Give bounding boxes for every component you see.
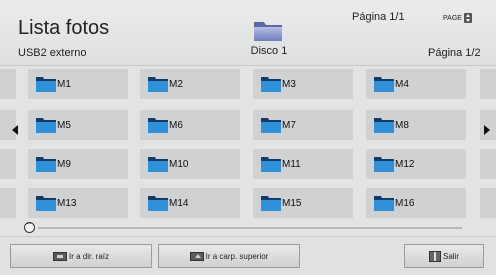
folder-icon	[36, 118, 56, 133]
folder-icon	[374, 196, 394, 211]
edge-tile	[0, 149, 16, 179]
disc-label: Disco 1	[250, 45, 288, 57]
go-root-label: Ir a dir. raíz	[68, 251, 109, 261]
go-parent-label: Ir a carp. superior	[205, 251, 269, 261]
folder-name: M5	[57, 119, 71, 131]
folder-name: M6	[169, 119, 183, 131]
parent-key-icon	[189, 251, 204, 261]
folder-icon	[36, 77, 56, 92]
folder-name: M2	[169, 78, 183, 90]
go-parent-button[interactable]: Ir a carp. superior	[158, 244, 300, 268]
page-key-hint: PAGE	[443, 13, 472, 23]
folder-icon	[261, 118, 281, 133]
edge-tile	[0, 188, 16, 218]
folder-icon	[148, 157, 168, 172]
folder-icon	[374, 77, 394, 92]
folder-icon	[261, 157, 281, 172]
source-label: USB2 externo	[18, 47, 87, 59]
folder-name: M16	[395, 197, 415, 209]
page-indicator: Página 1/1	[352, 11, 405, 23]
edge-tile	[480, 149, 496, 179]
bottom-bar: Ir a dir. raíz Ir a carp. superior Salir	[0, 236, 496, 275]
folder-name: M9	[57, 158, 71, 170]
folder-name: M14	[169, 197, 189, 209]
page-key-label: PAGE	[443, 14, 462, 22]
exit-button[interactable]: Salir	[404, 244, 484, 268]
arrow-left-icon[interactable]	[12, 125, 18, 135]
folder-item[interactable]: M1	[28, 69, 128, 99]
root-key-icon	[52, 251, 67, 261]
folder-item[interactable]: M12	[366, 149, 466, 179]
edge-tile	[0, 69, 16, 99]
edge-tile	[480, 188, 496, 218]
folder-grid: M1 M2 M3 M4 M5 M6 M7 M8 M9 M10 M11 M12 M13 M14 M15 M16	[0, 67, 496, 223]
folder-item[interactable]: M11	[253, 149, 353, 179]
folder-name: M11	[282, 158, 301, 170]
folder-item[interactable]: M13	[28, 188, 128, 218]
folder-icon	[148, 118, 168, 133]
exit-icon	[428, 250, 441, 262]
folder-icon	[261, 196, 281, 211]
folder-icon	[148, 196, 168, 211]
folder-name: M10	[169, 158, 189, 170]
folder-item[interactable]: M15	[253, 188, 353, 218]
go-root-button[interactable]: Ir a dir. raíz	[10, 244, 152, 268]
folder-name: M13	[57, 197, 77, 209]
folder-item[interactable]: M14	[140, 188, 240, 218]
grid-page-indicator: Página 1/2	[428, 47, 481, 59]
photo-list-screen: Lista fotos USB2 externo Disco 1 Página …	[0, 0, 496, 275]
folder-item[interactable]: M3	[253, 69, 353, 99]
page-title: Lista fotos	[18, 17, 110, 39]
folder-name: M1	[57, 78, 71, 90]
folder-item[interactable]: M8	[366, 110, 466, 140]
folder-item[interactable]: M10	[140, 149, 240, 179]
folder-item[interactable]: M6	[140, 110, 240, 140]
folder-name: M8	[395, 119, 409, 131]
folder-name: M3	[282, 78, 296, 90]
folder-item[interactable]: M5	[28, 110, 128, 140]
folder-icon	[36, 196, 56, 211]
folder-name: M15	[282, 197, 302, 209]
folder-item[interactable]: M16	[366, 188, 466, 218]
folder-item[interactable]: M2	[140, 69, 240, 99]
folder-icon	[36, 157, 56, 172]
scroll-track[interactable]	[38, 227, 462, 229]
folder-item[interactable]: M4	[366, 69, 466, 99]
folder-icon	[374, 157, 394, 172]
exit-label: Salir	[442, 251, 459, 261]
folder-item[interactable]: M9	[28, 149, 128, 179]
edge-tile	[480, 69, 496, 99]
folder-icon	[374, 118, 394, 133]
folder-name: M12	[395, 158, 415, 170]
folder-icon	[148, 77, 168, 92]
folder-icon	[254, 22, 282, 41]
arrow-right-icon[interactable]	[484, 125, 490, 135]
header: Lista fotos USB2 externo Disco 1 Página …	[0, 0, 496, 66]
folder-name: M7	[282, 119, 296, 131]
folder-item[interactable]: M7	[253, 110, 353, 140]
folder-icon	[261, 77, 281, 92]
scroll-knob[interactable]	[24, 218, 35, 233]
folder-name: M4	[395, 78, 409, 90]
page-updown-icon	[463, 13, 472, 23]
